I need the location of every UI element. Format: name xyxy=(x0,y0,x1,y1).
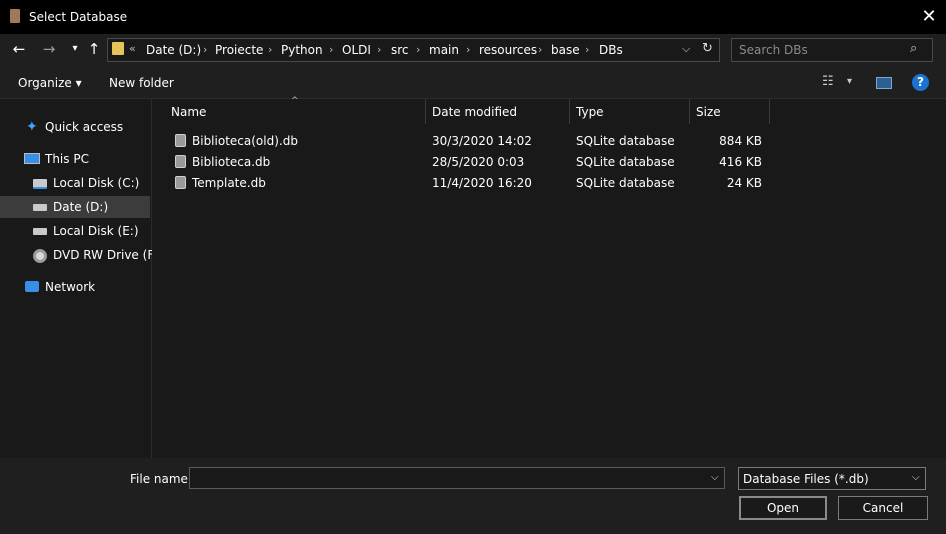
breadcrumb-separator[interactable]: › xyxy=(466,43,470,56)
column-divider[interactable] xyxy=(689,99,690,124)
address-dropdown-icon[interactable]: ⌵ xyxy=(682,42,690,56)
sidebar-item-date-d[interactable]: Date (D:) xyxy=(53,200,108,214)
star-icon: ✦ xyxy=(26,119,38,135)
window-title: Select Database xyxy=(29,10,128,24)
file-name[interactable]: Template.db xyxy=(192,176,266,190)
file-size: 416 KB xyxy=(719,155,762,169)
overflow-chevron[interactable]: « xyxy=(129,42,136,55)
column-divider[interactable] xyxy=(569,99,570,124)
view-dropdown-icon[interactable]: ▾ xyxy=(847,76,852,87)
refresh-icon[interactable]: ↻ xyxy=(702,41,713,56)
column-header-date[interactable]: Date modified xyxy=(432,105,517,119)
monitor-icon xyxy=(24,153,40,164)
preview-pane-icon[interactable] xyxy=(876,77,892,89)
cancel-button[interactable]: Cancel xyxy=(838,496,928,520)
breadcrumb-separator[interactable]: › xyxy=(329,43,333,56)
title-bar xyxy=(0,0,946,34)
sidebar-item-quick-access[interactable]: Quick access xyxy=(45,120,123,134)
breadcrumb-proiecte[interactable]: Proiecte xyxy=(215,43,263,57)
breadcrumb-separator[interactable]: › xyxy=(268,43,272,56)
breadcrumb-base[interactable]: base xyxy=(551,43,580,57)
file-type: SQLite database xyxy=(576,134,675,148)
database-file-icon xyxy=(175,155,186,168)
view-options-icon[interactable]: ☷ xyxy=(822,74,834,89)
file-type: SQLite database xyxy=(576,155,675,169)
database-file-icon xyxy=(175,134,186,147)
breadcrumb-python[interactable]: Python xyxy=(281,43,323,57)
breadcrumb-date-d[interactable]: Date (D:) xyxy=(146,43,201,57)
breadcrumb-separator[interactable]: › xyxy=(377,43,381,56)
drive-icon xyxy=(33,204,47,211)
file-name[interactable]: Biblioteca.db xyxy=(192,155,270,169)
breadcrumb-separator[interactable]: › xyxy=(203,43,207,56)
breadcrumb-resources[interactable]: resources xyxy=(479,43,537,57)
column-header-size[interactable]: Size xyxy=(696,105,721,119)
database-file-icon xyxy=(175,176,186,189)
filter-dropdown-icon[interactable]: ⌵ xyxy=(912,472,920,483)
search-placeholder: Search DBs xyxy=(739,43,808,57)
file-type-filter-value: Database Files (*.db) xyxy=(743,472,869,486)
file-list xyxy=(152,99,946,458)
sidebar-item-dvd-rw-drive-f[interactable]: DVD RW Drive (F:) xyxy=(53,248,162,262)
database-app-icon xyxy=(10,9,20,23)
file-date: 28/5/2020 0:03 xyxy=(432,155,525,169)
recent-locations-button[interactable]: ▾ xyxy=(66,40,84,58)
column-header-type[interactable]: Type xyxy=(576,105,604,119)
breadcrumb-oldi[interactable]: OLDI xyxy=(342,43,371,57)
breadcrumb-separator[interactable]: › xyxy=(416,43,420,56)
network-icon xyxy=(25,281,39,292)
file-date: 30/3/2020 14:02 xyxy=(432,134,532,148)
disc-icon xyxy=(33,249,47,263)
sidebar-item-local-disk-e[interactable]: Local Disk (E:) xyxy=(53,224,139,238)
file-type: SQLite database xyxy=(576,176,675,190)
up-button[interactable]: ↑ xyxy=(85,40,103,58)
file-name-input[interactable] xyxy=(189,467,725,489)
help-icon[interactable]: ? xyxy=(912,74,929,91)
file-name-dropdown-icon[interactable]: ⌵ xyxy=(711,472,719,483)
file-name-label: File name: xyxy=(130,472,192,486)
file-name[interactable]: Biblioteca(old).db xyxy=(192,134,298,148)
drive-icon xyxy=(33,179,47,189)
drive-icon xyxy=(33,228,47,235)
column-divider[interactable] xyxy=(425,99,426,124)
breadcrumb-src[interactable]: src xyxy=(391,43,409,57)
organize-button[interactable]: Organize ▾ xyxy=(18,76,82,90)
file-date: 11/4/2020 16:20 xyxy=(432,176,532,190)
sidebar-item-network[interactable]: Network xyxy=(45,280,95,294)
column-header-name[interactable]: Name xyxy=(171,105,206,119)
sort-ascending-icon: ^ xyxy=(291,96,299,106)
back-button[interactable]: ← xyxy=(10,40,28,58)
column-divider[interactable] xyxy=(769,99,770,124)
breadcrumb-separator[interactable]: › xyxy=(585,43,589,56)
open-button[interactable]: Open xyxy=(739,496,827,520)
breadcrumb-main[interactable]: main xyxy=(429,43,459,57)
sidebar-item-this-pc[interactable]: This PC xyxy=(45,152,89,166)
close-button[interactable]: ✕ xyxy=(918,6,940,28)
new-folder-button[interactable]: New folder xyxy=(109,76,174,90)
file-size: 24 KB xyxy=(726,176,762,190)
sidebar-item-local-disk-c[interactable]: Local Disk (C:) xyxy=(53,176,139,190)
folder-icon xyxy=(112,42,124,55)
breadcrumb-dbs[interactable]: DBs xyxy=(599,43,623,57)
forward-button[interactable]: → xyxy=(40,40,58,58)
search-icon[interactable]: ⌕ xyxy=(910,41,917,56)
file-size: 884 KB xyxy=(719,134,762,148)
breadcrumb-separator[interactable]: › xyxy=(538,43,542,56)
